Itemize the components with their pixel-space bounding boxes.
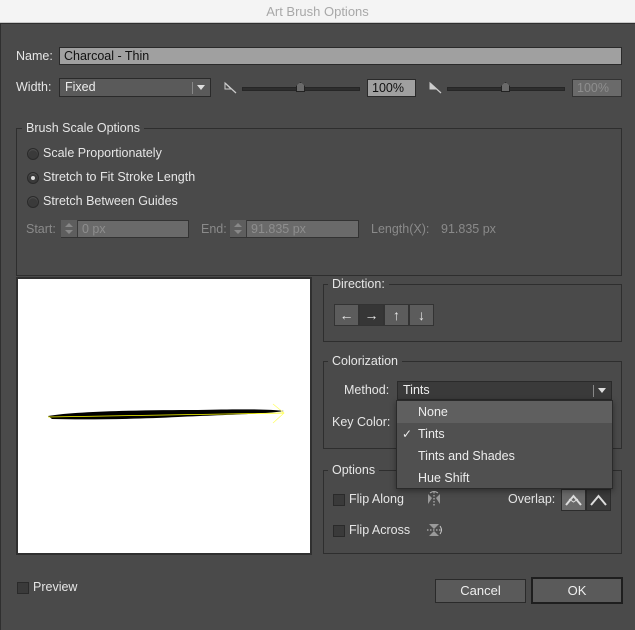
direction-down-button[interactable]: ↓ — [409, 304, 434, 326]
arrow-up-icon: ↑ — [393, 307, 400, 323]
arrow-left-icon: ← — [339, 307, 354, 323]
menu-item-hue-shift[interactable]: Hue Shift — [397, 467, 612, 489]
window-title: Art Brush Options — [266, 4, 369, 19]
select-separator — [192, 82, 193, 94]
overlap-no-adjust-button[interactable] — [586, 489, 611, 511]
overlap-button-group — [561, 489, 611, 511]
menu-item-tints[interactable]: ✓ Tints — [397, 423, 612, 445]
flip-along-label[interactable]: Flip Along — [349, 492, 404, 506]
width-select-value: Fixed — [65, 80, 96, 94]
direction-up-button[interactable]: ↑ — [384, 304, 409, 326]
options-title: Options — [328, 463, 380, 477]
preview-label[interactable]: Preview — [33, 580, 77, 594]
width-min-slider-thumb[interactable] — [296, 82, 305, 92]
method-dropdown-menu: None ✓ Tints Tints and Shades Hue Shift — [396, 400, 613, 489]
method-select-value: Tints — [403, 383, 430, 397]
flip-across-label[interactable]: Flip Across — [349, 523, 410, 537]
chevron-down-icon — [598, 388, 606, 393]
flip-along-icon — [428, 491, 440, 506]
start-stepper-icon — [61, 220, 78, 237]
width-min-value-input[interactable]: 100% — [367, 79, 416, 97]
method-label: Method: — [344, 383, 390, 397]
brush-stroke-preview — [47, 403, 285, 424]
direction-button-group: ← → ↑ ↓ — [334, 304, 434, 326]
menu-item-label: Tints and Shades — [418, 449, 515, 463]
window-titlebar: Art Brush Options — [0, 0, 635, 23]
direction-right-button[interactable]: → — [359, 304, 384, 326]
overlap-label: Overlap: — [508, 492, 556, 506]
width-max-value-input: 100% — [572, 79, 622, 97]
end-input: 91.835 px — [230, 220, 359, 238]
end-stepper-icon — [230, 220, 247, 237]
length-value: 91.835 px — [441, 222, 496, 236]
menu-item-none[interactable]: None — [397, 401, 612, 423]
direction-title: Direction: — [328, 277, 389, 291]
art-brush-options-dialog: Name: Charcoal - Thin Width: Fixed 100% … — [0, 23, 635, 630]
brush-preview-canvas — [16, 277, 312, 555]
radio-stretch-to-fit-label[interactable]: Stretch to Fit Stroke Length — [43, 170, 195, 184]
method-select[interactable]: Tints — [397, 381, 612, 400]
arrow-right-icon: → — [364, 307, 379, 323]
select-separator — [593, 385, 594, 397]
direction-left-button[interactable]: ← — [334, 304, 359, 326]
start-input: 0 px — [61, 220, 189, 238]
brush-scale-options-title: Brush Scale Options — [22, 121, 144, 135]
radio-stretch-to-fit[interactable] — [27, 172, 39, 184]
overlap-chevron-icon — [590, 494, 607, 506]
ok-button[interactable]: OK — [531, 577, 623, 604]
overlap-fold-icon — [565, 494, 582, 506]
flip-along-checkbox[interactable] — [333, 494, 345, 506]
width-select[interactable]: Fixed — [59, 78, 211, 97]
charcoal-stroke — [48, 409, 284, 420]
name-label: Name: — [16, 49, 53, 63]
width-max-slider-thumb — [501, 82, 510, 92]
start-label: Start: — [26, 222, 56, 236]
width-min-icon — [224, 81, 237, 94]
width-label: Width: — [16, 80, 52, 94]
menu-item-tints-and-shades[interactable]: Tints and Shades — [397, 445, 612, 467]
radio-stretch-between-guides[interactable] — [27, 196, 39, 208]
checkmark-icon: ✓ — [402, 427, 413, 441]
flip-across-icon — [427, 524, 442, 536]
length-label: Length(X): — [371, 222, 430, 236]
cancel-button[interactable]: Cancel — [435, 579, 526, 603]
colorization-title: Colorization — [328, 354, 403, 368]
menu-item-label: Tints — [418, 427, 445, 441]
menu-item-label: None — [418, 405, 448, 419]
chevron-down-icon — [197, 85, 205, 90]
name-input[interactable]: Charcoal - Thin — [59, 47, 622, 65]
radio-scale-proportionately[interactable] — [27, 148, 39, 160]
radio-scale-proportionately-label[interactable]: Scale Proportionately — [43, 146, 162, 160]
end-label: End: — [201, 222, 227, 236]
flip-across-checkbox[interactable] — [333, 525, 345, 537]
arrow-down-icon: ↓ — [418, 307, 425, 323]
menu-item-label: Hue Shift — [418, 471, 470, 485]
overlap-adjust-corners-button[interactable] — [561, 489, 586, 511]
key-color-label: Key Color: — [332, 415, 391, 429]
preview-checkbox[interactable] — [17, 582, 29, 594]
radio-stretch-between-guides-label[interactable]: Stretch Between Guides — [43, 194, 178, 208]
width-max-icon — [429, 81, 442, 94]
